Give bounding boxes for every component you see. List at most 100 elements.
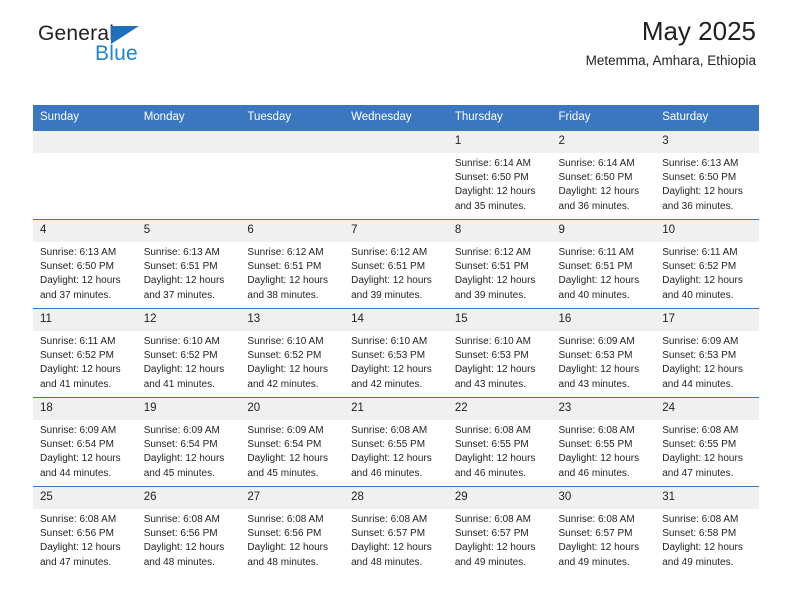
sunset-text: Sunset: 6:53 PM [351, 350, 426, 362]
day-number: 14 [344, 309, 448, 331]
day-sun-info: Sunrise: 6:11 AM Sunset: 6:52 PM Daylight:… [655, 242, 759, 303]
daylight-text: Daylight: 12 hours and 38 minutes. [247, 275, 329, 301]
calendar-day-cell[interactable]: 19 Sunrise: 6:09 AM Sunset: 6:54 PM Dayligh… [136, 397, 241, 487]
day-number: 12 [136, 309, 241, 331]
sunrise-text: Sunrise: 6:08 AM [662, 425, 739, 436]
calendar-day-cell[interactable]: 21 Sunrise: 6:08 AM Sunset: 6:55 PM Dayligh… [344, 397, 448, 487]
daylight-text: Daylight: 12 hours and 46 minutes. [351, 453, 432, 479]
day-sun-info: Sunrise: 6:12 AM Sunset: 6:51 PM Daylight:… [448, 242, 552, 303]
calendar-day-cell[interactable]: 24 Sunrise: 6:08 AM Sunset: 6:55 PM Dayligh… [655, 397, 759, 487]
daylight-text: Daylight: 12 hours and 37 minutes. [40, 275, 121, 301]
calendar-day-cell[interactable]: 28 Sunrise: 6:08 AM Sunset: 6:57 PM Dayligh… [344, 486, 448, 575]
daylight-text: Daylight: 12 hours and 39 minutes. [351, 275, 432, 301]
day-sun-info: Sunrise: 6:10 AM Sunset: 6:52 PM Daylight:… [240, 331, 344, 392]
sunset-text: Sunset: 6:51 PM [351, 261, 426, 273]
page-header: General Blue May 2025 Metemma, Amhara, E… [33, 0, 759, 72]
calendar-day-cell[interactable]: 1 Sunrise: 6:14 AM Sunset: 6:50 PM Daylight… [447, 130, 552, 220]
sunset-text: Sunset: 6:58 PM [662, 528, 737, 540]
sunrise-text: Sunrise: 6:12 AM [247, 247, 324, 258]
day-sun-info: Sunrise: 6:09 AM Sunset: 6:54 PM Daylight:… [137, 420, 241, 481]
sunset-text: Sunset: 6:53 PM [558, 350, 633, 362]
calendar-day-cell[interactable]: 26 Sunrise: 6:08 AM Sunset: 6:56 PM Dayligh… [136, 486, 241, 575]
sunrise-text: Sunrise: 6:13 AM [143, 247, 220, 258]
calendar-day-cell[interactable]: 4 Sunrise: 6:13 AM Sunset: 6:50 PM Daylight… [33, 219, 137, 309]
calendar-day-cell[interactable]: 25 Sunrise: 6:08 AM Sunset: 6:56 PM Dayligh… [33, 486, 137, 575]
calendar-day-cell[interactable]: 2 Sunrise: 6:14 AM Sunset: 6:50 PM Daylight… [551, 130, 656, 220]
calendar-day-cell[interactable]: 23 Sunrise: 6:08 AM Sunset: 6:55 PM Dayligh… [551, 397, 656, 487]
day-number: 15 [447, 309, 552, 331]
calendar-day-cell[interactable]: 18 Sunrise: 6:09 AM Sunset: 6:54 PM Dayligh… [33, 397, 137, 487]
sunrise-text: Sunrise: 6:09 AM [40, 425, 117, 436]
general-blue-logo[interactable]: General Blue [38, 22, 168, 70]
title-block: May 2025 Metemma, Amhara, Ethiopia [586, 16, 756, 70]
calendar-day-cell[interactable]: 17 Sunrise: 6:09 AM Sunset: 6:53 PM Dayligh… [655, 308, 759, 398]
sunset-text: Sunset: 6:55 PM [662, 439, 737, 451]
day-sun-info: Sunrise: 6:08 AM Sunset: 6:55 PM Daylight:… [552, 420, 656, 481]
day-number: 28 [344, 487, 448, 509]
sunrise-text: Sunrise: 6:08 AM [662, 514, 739, 525]
calendar-day-cell[interactable]: 27 Sunrise: 6:08 AM Sunset: 6:56 PM Dayligh… [240, 486, 345, 575]
daylight-text: Daylight: 12 hours and 43 minutes. [454, 364, 536, 390]
calendar-day-cell[interactable]: 14 Sunrise: 6:10 AM Sunset: 6:53 PM Dayligh… [344, 308, 448, 398]
day-number [240, 131, 345, 153]
calendar-day-cell[interactable]: 15 Sunrise: 6:10 AM Sunset: 6:53 PM Dayligh… [447, 308, 552, 398]
calendar-day-cell[interactable]: 9 Sunrise: 6:11 AM Sunset: 6:51 PM Daylight… [551, 219, 656, 309]
calendar-body: 1 Sunrise: 6:14 AM Sunset: 6:50 PM Daylight… [33, 130, 759, 575]
sunset-text: Sunset: 6:51 PM [143, 261, 218, 273]
day-number: 18 [33, 398, 137, 420]
calendar-day-cell[interactable]: 20 Sunrise: 6:09 AM Sunset: 6:54 PM Dayligh… [240, 397, 345, 487]
calendar-day-cell[interactable]: 6 Sunrise: 6:12 AM Sunset: 6:51 PM Daylight… [240, 219, 345, 309]
day-sun-info: Sunrise: 6:11 AM Sunset: 6:52 PM Daylight:… [33, 331, 137, 392]
location-subtitle: Metemma, Amhara, Ethiopia [585, 53, 756, 68]
day-number: 1 [447, 131, 552, 153]
sunrise-text: Sunrise: 6:11 AM [40, 336, 116, 347]
sunrise-text: Sunrise: 6:08 AM [558, 425, 635, 436]
daylight-text: Daylight: 12 hours and 40 minutes. [662, 275, 743, 301]
calendar-day-cell[interactable]: 22 Sunrise: 6:08 AM Sunset: 6:55 PM Dayligh… [447, 397, 552, 487]
day-sun-info: Sunrise: 6:08 AM Sunset: 6:55 PM Daylight:… [344, 420, 448, 481]
day-sun-info: Sunrise: 6:08 AM Sunset: 6:58 PM Daylight:… [655, 509, 759, 570]
day-sun-info: Sunrise: 6:08 AM Sunset: 6:57 PM Daylight:… [552, 509, 656, 570]
sunrise-text: Sunrise: 6:08 AM [143, 514, 220, 525]
calendar-day-cell[interactable]: 13 Sunrise: 6:10 AM Sunset: 6:52 PM Dayligh… [240, 308, 345, 398]
day-number: 4 [33, 220, 137, 242]
calendar-day-cell[interactable]: 3 Sunrise: 6:13 AM Sunset: 6:50 PM Daylight… [655, 130, 759, 220]
day-sun-info: Sunrise: 6:13 AM Sunset: 6:50 PM Daylight:… [655, 153, 759, 214]
sunset-text: Sunset: 6:52 PM [662, 261, 737, 273]
calendar-day-cell[interactable]: 29 Sunrise: 6:08 AM Sunset: 6:57 PM Dayligh… [447, 486, 552, 575]
calendar-day-cell[interactable]: 11 Sunrise: 6:11 AM Sunset: 6:52 PM Dayligh… [33, 308, 137, 398]
weekday-header-friday: Friday [551, 105, 656, 131]
sunrise-text: Sunrise: 6:09 AM [558, 336, 635, 347]
day-number: 16 [551, 309, 656, 331]
day-number: 19 [136, 398, 241, 420]
calendar-day-cell[interactable]: 31 Sunrise: 6:08 AM Sunset: 6:58 PM Dayligh… [655, 486, 759, 575]
sunrise-text: Sunrise: 6:09 AM [143, 425, 220, 436]
calendar-day-cell[interactable]: 10 Sunrise: 6:11 AM Sunset: 6:52 PM Dayligh… [655, 219, 759, 309]
daylight-text: Daylight: 12 hours and 49 minutes. [662, 542, 743, 568]
calendar-day-cell[interactable]: 8 Sunrise: 6:12 AM Sunset: 6:51 PM Daylight… [447, 219, 552, 309]
calendar-day-cell[interactable]: 30 Sunrise: 6:08 AM Sunset: 6:57 PM Dayligh… [551, 486, 656, 575]
sunset-text: Sunset: 6:56 PM [247, 528, 322, 540]
sunrise-text: Sunrise: 6:13 AM [662, 158, 739, 169]
sunrise-text: Sunrise: 6:09 AM [247, 425, 324, 436]
sunrise-text: Sunrise: 6:08 AM [558, 514, 635, 525]
day-sun-info: Sunrise: 6:13 AM Sunset: 6:50 PM Daylight:… [33, 242, 137, 303]
sunset-text: Sunset: 6:53 PM [454, 350, 529, 362]
calendar-day-cell-empty [344, 130, 448, 220]
sunset-text: Sunset: 6:50 PM [454, 172, 529, 184]
day-number: 10 [655, 220, 759, 242]
day-number: 17 [655, 309, 759, 331]
day-sun-info: Sunrise: 6:09 AM Sunset: 6:54 PM Daylight:… [33, 420, 137, 481]
day-sun-info: Sunrise: 6:09 AM Sunset: 6:53 PM Daylight:… [552, 331, 656, 392]
calendar-day-cell[interactable]: 7 Sunrise: 6:12 AM Sunset: 6:51 PM Daylight… [344, 219, 448, 309]
day-number: 11 [33, 309, 137, 331]
calendar-day-cell[interactable]: 12 Sunrise: 6:10 AM Sunset: 6:52 PM Dayligh… [136, 308, 241, 398]
calendar-day-cell[interactable]: 16 Sunrise: 6:09 AM Sunset: 6:53 PM Dayligh… [551, 308, 656, 398]
sunset-text: Sunset: 6:55 PM [558, 439, 633, 451]
day-number: 8 [447, 220, 552, 242]
sunrise-text: Sunrise: 6:12 AM [351, 247, 428, 258]
sunset-text: Sunset: 6:50 PM [662, 172, 737, 184]
calendar-day-cell[interactable]: 5 Sunrise: 6:13 AM Sunset: 6:51 PM Daylight… [136, 219, 241, 309]
day-number: 29 [447, 487, 552, 509]
day-sun-info: Sunrise: 6:08 AM Sunset: 6:55 PM Daylight:… [448, 420, 552, 481]
